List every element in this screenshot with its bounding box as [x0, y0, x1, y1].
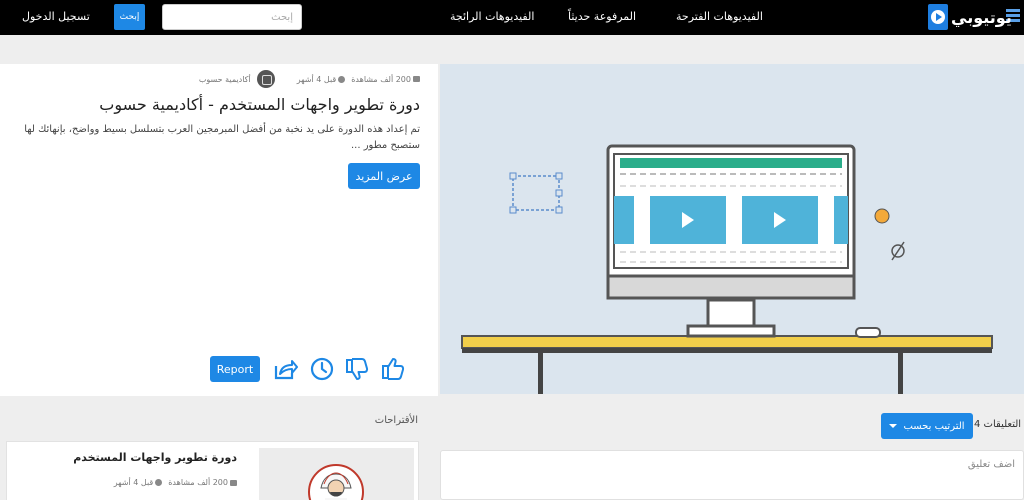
watch-later-icon[interactable]	[309, 356, 335, 382]
clock-icon	[338, 75, 346, 83]
video-player[interactable]	[440, 64, 1024, 394]
search-input[interactable]	[162, 4, 302, 30]
sort-label: الترتيب بحسب	[903, 420, 965, 432]
suggestion-card[interactable]: دورة تطوير واجهات المستخدم 200 ألف مشاهد…	[6, 441, 419, 500]
logo-play-icon	[928, 4, 948, 30]
nav-link-trending[interactable]: الفيديوهات الرائجة	[450, 10, 534, 23]
chevron-down-icon	[889, 424, 898, 428]
upload-time: قبل 4 أشهر	[296, 74, 337, 84]
channel-name: أكاديمية حسوب	[198, 74, 251, 84]
video-description: تم إعداد هذه الدورة على يد نخبة من أفضل …	[24, 124, 420, 151]
report-button[interactable]: Report	[210, 356, 260, 382]
clock-icon	[155, 479, 163, 486]
search-button[interactable]: إبحث	[114, 4, 145, 30]
suggestion-time: قبل 4 أشهر	[113, 478, 154, 487]
video-info-panel: 200 ألف مشاهدة قبل 4 أشهر أكاديمية حسوب …	[0, 64, 438, 396]
suggestion-meta: 200 ألف مشاهدة قبل 4 أشهر	[108, 478, 237, 487]
like-icon[interactable]	[380, 356, 406, 382]
channel-avatar	[256, 70, 275, 88]
suggestions-heading: الأقتراحات	[374, 415, 418, 426]
share-icon[interactable]	[272, 356, 298, 382]
nav-link-suggested[interactable]: الفيديوهات الفترحة	[676, 10, 763, 23]
nav-link-recent[interactable]: المرفوعة حديثاً	[568, 10, 636, 23]
login-link[interactable]: تسجيل الدخول	[22, 10, 90, 23]
comments-count: التعليقات 4	[974, 419, 1022, 430]
logo-text: يوتيوبي	[951, 7, 1012, 27]
views-icon	[413, 76, 420, 82]
top-navbar: يوتيوبي الفيديوهات الفترحة المرفوعة حديث…	[0, 0, 1024, 35]
channel-link[interactable]: أكاديمية حسوب	[199, 70, 275, 88]
video-meta: 200 ألف مشاهدة قبل 4 أشهر أكاديمية حسوب	[199, 70, 420, 88]
suggestion-views: 200 ألف مشاهدة	[168, 478, 228, 487]
sort-dropdown[interactable]: الترتيب بحسب	[881, 413, 973, 439]
video-title: دورة تطوير واجهات المستخدم - أكاديمية حس…	[99, 95, 420, 114]
suggestion-thumbnail[interactable]	[259, 448, 414, 500]
site-logo[interactable]: يوتيوبي	[928, 3, 1012, 31]
comment-input[interactable]	[440, 450, 1024, 500]
dislike-icon[interactable]	[344, 356, 370, 382]
view-count: 200 ألف مشاهدة	[351, 74, 411, 84]
show-more-button[interactable]: عرض المزيد	[348, 163, 420, 189]
suggestion-title[interactable]: دورة تطوير واجهات المستخدم	[73, 451, 237, 464]
views-icon	[230, 479, 237, 486]
video-thumbnail	[440, 64, 1024, 394]
